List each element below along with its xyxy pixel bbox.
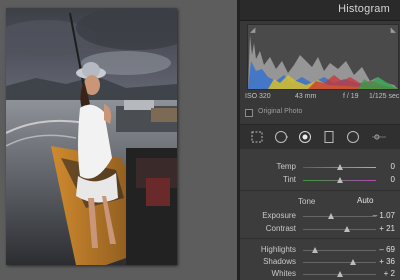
shadows-knob[interactable] [349,259,356,265]
shadows-row: Shadows + 36 [240,257,400,268]
photo-image [6,8,177,265]
tint-knob[interactable] [336,177,343,183]
highlights-row: Highlights – 69 [240,245,400,256]
original-photo-checkbox[interactable] [245,109,253,117]
graduated-filter-icon[interactable] [322,130,336,144]
exposure-value[interactable]: – 1.07 [373,211,395,220]
shadows-label: Shadows [263,257,296,266]
iso-value: ISO 320 [245,93,271,100]
exposure-slider[interactable] [303,216,376,217]
exif-info: ISO 320 43 mm f / 19 1/125 sec [245,93,400,103]
contrast-knob[interactable] [343,226,350,232]
exposure-row: Exposure – 1.07 [240,211,400,222]
tint-label: Tint [282,175,296,184]
tone-row: Tone Auto [240,196,400,208]
contrast-slider[interactable] [303,229,376,230]
exposure-label: Exposure [262,211,296,220]
highlight-clipping-icon[interactable]: ◣ [391,27,396,34]
whites-knob[interactable] [337,271,344,277]
highlights-label: Highlights [260,245,296,254]
contrast-label: Contrast [265,224,296,233]
adjustment-brush-icon[interactable] [372,130,386,144]
tool-strip [240,124,400,150]
highlights-knob[interactable] [311,247,318,253]
histogram-curves [248,35,398,89]
red-eye-icon[interactable] [298,130,312,144]
shutter-value: 1/125 sec [369,93,400,100]
temp-knob[interactable] [336,164,343,170]
tint-row: Tint 0 [240,175,400,186]
auto-tone-button[interactable]: Auto [353,196,377,205]
histogram-header[interactable]: Histogram [240,0,400,21]
radial-filter-icon[interactable] [346,130,360,144]
tone-label: Tone [298,197,316,206]
tint-value[interactable]: 0 [391,175,395,184]
histogram-graph[interactable]: ◢ ◣ [247,24,399,90]
contrast-value[interactable]: + 21 [379,224,395,233]
focal-length-value: 43 mm [295,93,317,100]
whites-row: Whites + 2 [240,269,400,280]
spot-removal-icon[interactable] [274,130,288,144]
temp-value[interactable]: 0 [391,162,395,171]
contrast-row: Contrast + 21 [240,224,400,235]
crop-icon[interactable] [250,130,264,144]
exposure-knob[interactable] [328,213,335,219]
temp-label: Temp [276,162,296,171]
section-divider [240,238,400,239]
whites-value[interactable]: + 2 [384,269,395,278]
highlights-value[interactable]: – 69 [379,245,395,254]
shadows-slider[interactable] [303,262,376,263]
temp-row: Temp 0 [240,162,400,173]
shadow-clipping-icon[interactable]: ◢ [250,27,255,34]
shadows-value[interactable]: + 36 [379,257,395,266]
photo-preview[interactable] [6,8,177,265]
image-canvas[interactable] [0,0,237,280]
aperture-value: f / 19 [343,93,359,100]
whites-label: Whites [271,269,296,278]
panel-title: Histogram [338,3,390,15]
section-divider [240,190,400,191]
original-photo-label: Original Photo [258,108,303,115]
